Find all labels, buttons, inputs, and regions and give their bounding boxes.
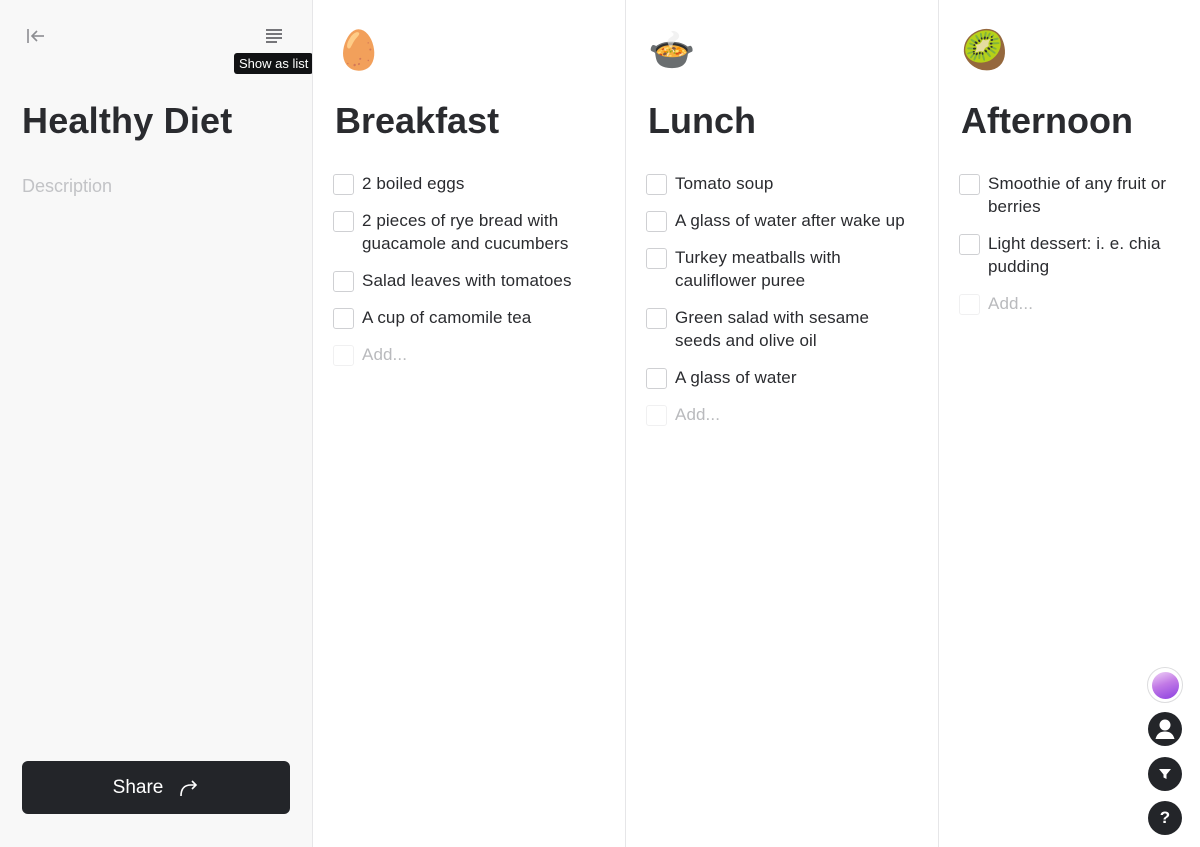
- item-checkbox[interactable]: [959, 234, 980, 255]
- workspace-avatar-icon: [1151, 671, 1179, 699]
- egg-icon[interactable]: 🥚: [335, 28, 382, 74]
- item-text[interactable]: A glass of water after wake up: [675, 209, 905, 232]
- sidebar: Show as list Healthy Diet Description Sh…: [0, 0, 314, 847]
- add-item-checkbox: [646, 405, 667, 426]
- soup-bowl-icon[interactable]: 🍲: [648, 28, 695, 74]
- column-title[interactable]: Breakfast: [335, 100, 499, 142]
- item-text[interactable]: 2 pieces of rye bread with guacamole and…: [362, 209, 605, 255]
- item-checkbox[interactable]: [646, 211, 667, 232]
- collapse-sidebar-button[interactable]: [24, 24, 48, 48]
- item-text[interactable]: Salad leaves with tomatoes: [362, 269, 572, 292]
- profile-button[interactable]: [1148, 712, 1182, 746]
- item-text[interactable]: Green salad with sesame seeds and olive …: [675, 306, 918, 352]
- add-item-input[interactable]: Add...: [988, 292, 1033, 315]
- item-checkbox[interactable]: [646, 248, 667, 269]
- checklist-item: Salad leaves with tomatoes: [333, 269, 605, 292]
- checklist-item: Tomato soup: [646, 172, 918, 195]
- checklist: 2 boiled eggs 2 pieces of rye bread with…: [333, 172, 605, 380]
- workspace-avatar-button[interactable]: [1147, 667, 1183, 703]
- item-checkbox[interactable]: [333, 211, 354, 232]
- checklist-item: A glass of water after wake up: [646, 209, 918, 232]
- add-item-row[interactable]: Add...: [333, 343, 605, 366]
- board-description-field[interactable]: Description: [22, 176, 112, 197]
- item-checkbox[interactable]: [646, 174, 667, 195]
- checklist-item: Smoothie of any fruit or berries: [959, 172, 1174, 218]
- column-title[interactable]: Afternoon: [961, 100, 1133, 142]
- item-text[interactable]: A glass of water: [675, 366, 797, 389]
- column-breakfast: 🥚 Breakfast 2 boiled eggs 2 pieces of ry…: [312, 0, 625, 847]
- checklist-item: Turkey meatballs with cauliflower puree: [646, 246, 918, 292]
- add-item-row[interactable]: Add...: [959, 292, 1174, 315]
- list-view-icon: [266, 29, 282, 43]
- filter-button[interactable]: [1148, 757, 1182, 791]
- item-text[interactable]: Tomato soup: [675, 172, 773, 195]
- checklist-item: Light dessert: i. e. chia pudding: [959, 232, 1174, 278]
- checklist-item: Green salad with sesame seeds and olive …: [646, 306, 918, 352]
- board-title[interactable]: Healthy Diet: [22, 100, 232, 142]
- item-checkbox[interactable]: [959, 174, 980, 195]
- collapse-left-icon: [27, 29, 44, 43]
- add-item-row[interactable]: Add...: [646, 403, 918, 426]
- share-button[interactable]: Share: [22, 761, 290, 814]
- add-item-checkbox: [333, 345, 354, 366]
- help-button[interactable]: ?: [1148, 801, 1182, 835]
- checklist-item: 2 boiled eggs: [333, 172, 605, 195]
- item-text[interactable]: Turkey meatballs with cauliflower puree: [675, 246, 918, 292]
- show-as-list-tooltip: Show as list: [234, 53, 314, 74]
- show-as-list-button[interactable]: [262, 24, 286, 48]
- checklist-item: A cup of camomile tea: [333, 306, 605, 329]
- add-item-checkbox: [959, 294, 980, 315]
- share-button-label: Share: [112, 776, 164, 798]
- share-arrow-icon: [179, 779, 199, 797]
- item-text[interactable]: Light dessert: i. e. chia pudding: [988, 232, 1174, 278]
- filter-icon: [1159, 769, 1171, 779]
- item-checkbox[interactable]: [646, 308, 667, 329]
- add-item-input[interactable]: Add...: [362, 343, 407, 366]
- checklist: Tomato soup A glass of water after wake …: [646, 172, 918, 440]
- checklist: Smoothie of any fruit or berries Light d…: [959, 172, 1174, 329]
- item-checkbox[interactable]: [333, 174, 354, 195]
- item-text[interactable]: Smoothie of any fruit or berries: [988, 172, 1174, 218]
- checklist-item: 2 pieces of rye bread with guacamole and…: [333, 209, 605, 255]
- profile-icon: [1155, 719, 1175, 739]
- help-icon: ?: [1159, 808, 1171, 827]
- add-item-input[interactable]: Add...: [675, 403, 720, 426]
- item-text[interactable]: 2 boiled eggs: [362, 172, 464, 195]
- item-checkbox[interactable]: [333, 308, 354, 329]
- item-text[interactable]: A cup of camomile tea: [362, 306, 531, 329]
- checklist-item: A glass of water: [646, 366, 918, 389]
- column-lunch: 🍲 Lunch Tomato soup A glass of water aft…: [625, 0, 938, 847]
- item-checkbox[interactable]: [333, 271, 354, 292]
- kiwi-icon[interactable]: 🥝: [961, 28, 1008, 74]
- item-checkbox[interactable]: [646, 368, 667, 389]
- column-title[interactable]: Lunch: [648, 100, 756, 142]
